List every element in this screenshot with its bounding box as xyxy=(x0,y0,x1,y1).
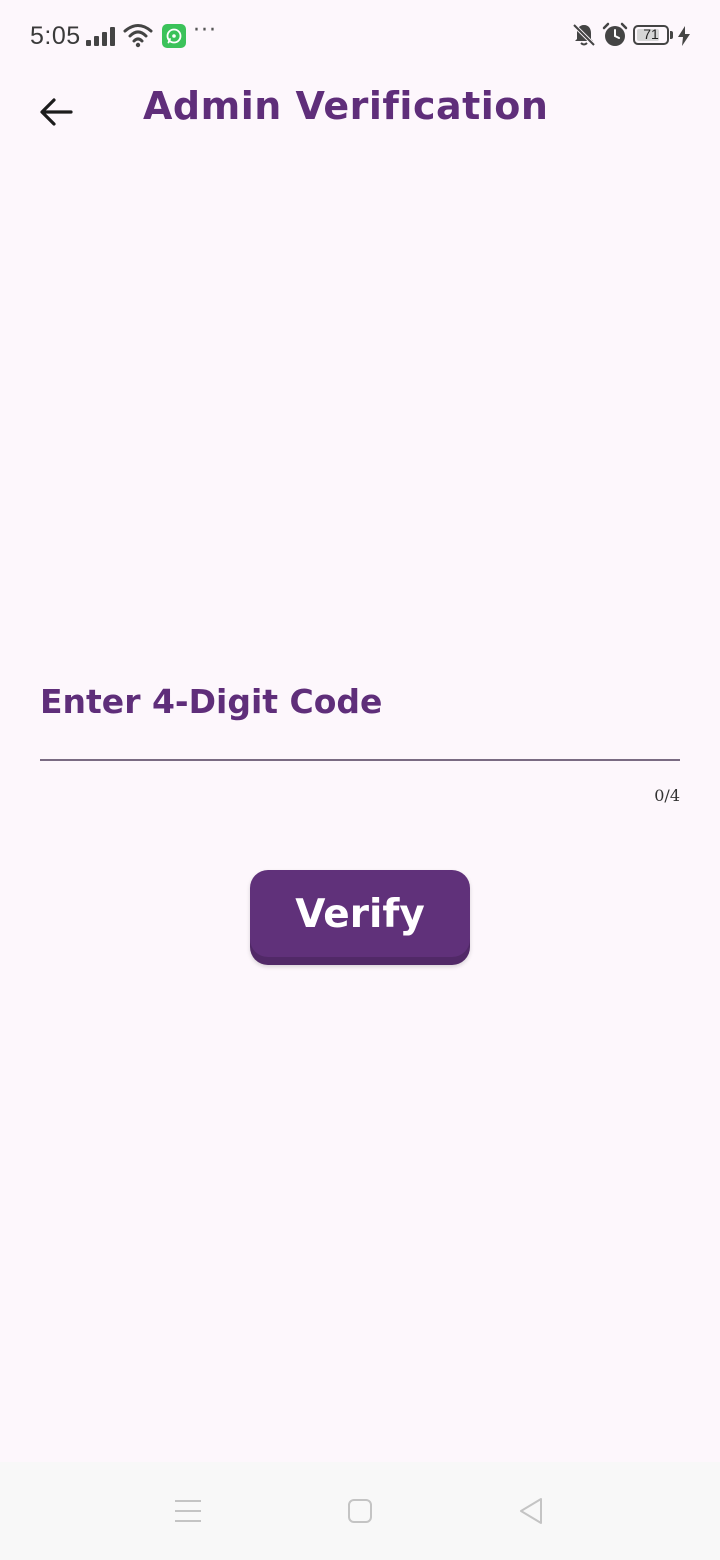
verify-button[interactable]: Verify xyxy=(250,870,470,965)
status-time: 5:05 xyxy=(30,22,81,50)
battery-icon: 71 xyxy=(633,25,669,45)
alarm-icon xyxy=(602,22,628,52)
verify-button-label: Verify xyxy=(295,892,425,937)
battery-cap xyxy=(670,31,673,39)
more-icon: ··· xyxy=(193,18,217,43)
back-button[interactable] xyxy=(30,88,82,136)
charge-icon xyxy=(677,26,691,50)
home-icon[interactable] xyxy=(347,1498,373,1528)
recents-icon[interactable] xyxy=(174,1498,202,1528)
bell-off-icon xyxy=(571,22,597,52)
battery-level: 71 xyxy=(643,26,659,42)
wifi-icon xyxy=(123,22,153,52)
nav-bar xyxy=(0,1462,720,1560)
back-icon[interactable] xyxy=(517,1496,545,1530)
code-input[interactable] xyxy=(40,735,680,761)
char-counter: 0/4 xyxy=(654,786,680,805)
signal-icon xyxy=(86,26,116,50)
arrow-left-icon xyxy=(40,98,73,126)
page-title: Admin Verification xyxy=(143,84,549,128)
status-bar: 5:05 ··· 71 xyxy=(0,0,720,72)
whatsapp-icon xyxy=(162,24,186,52)
code-label: Enter 4-Digit Code xyxy=(40,682,383,721)
admin-verification-screen: 5:05 ··· 71 Admin Verification Enter 4-D… xyxy=(0,0,720,1560)
